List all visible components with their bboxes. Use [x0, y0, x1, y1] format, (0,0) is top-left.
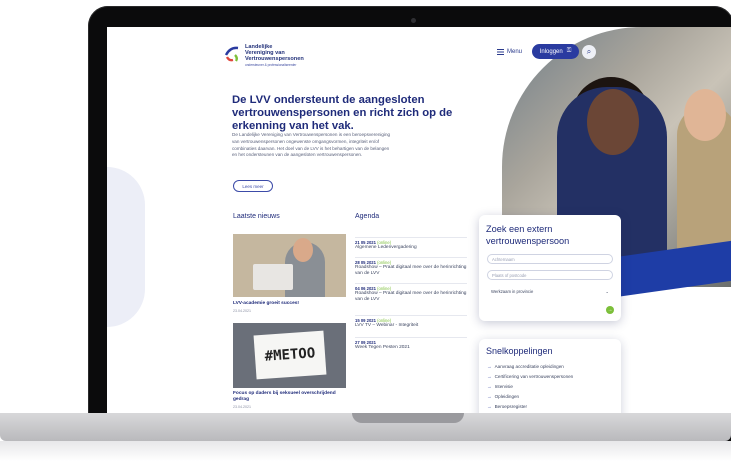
arrow-right-icon: →: [487, 404, 492, 409]
agenda-item[interactable]: 28 05 2021 (online) Roadshow – Praat dig…: [355, 257, 467, 277]
news-image-1[interactable]: [233, 234, 346, 297]
agenda-date: 04 06 2021 (online): [355, 286, 392, 291]
search-card: Zoek een extern vertrouwenspersoon Achte…: [479, 215, 621, 321]
agenda-text: LVV TV – Webinar - Integriteit: [355, 323, 419, 328]
search-submit-button[interactable]: →: [606, 306, 614, 314]
quick-link[interactable]: → Opleidingen: [487, 394, 519, 399]
arrow-right-icon: →: [487, 374, 492, 379]
news-date-2: 23.04.2021: [233, 405, 251, 409]
hero-image-woman-head: [587, 89, 639, 155]
agenda-date: 21 05 2021 (online): [355, 240, 392, 245]
name-field[interactable]: Achternaam: [487, 254, 613, 264]
place-field[interactable]: Plaats of postcode: [487, 270, 613, 280]
laptop-icon: [253, 264, 293, 290]
laptop-base-shadow: [0, 441, 731, 461]
agenda-text: Roadshow – Praat digitaal mee over de he…: [355, 291, 467, 302]
agenda-heading: Agenda: [355, 213, 380, 220]
key-icon: ⚿: [566, 48, 572, 54]
arrow-right-icon: →: [487, 394, 492, 399]
quick-link[interactable]: → Aanvraag accreditatie opleidingen: [487, 364, 564, 369]
background-curve: [107, 167, 145, 327]
hero-text: De Landelijke Vereniging van Vertrouwens…: [232, 132, 391, 158]
camera-icon: [411, 18, 416, 23]
arrow-right-icon: →: [607, 307, 613, 313]
login-label: Inloggen: [539, 48, 563, 55]
agenda-date: 28 05 2021 (online): [355, 260, 392, 265]
logo-line-3: Vertrouwenspersonen: [245, 56, 304, 62]
menu-label: Menu: [507, 49, 523, 55]
news-date-1: 23.04.2021: [233, 309, 251, 313]
quick-link[interactable]: → Certificering van vertrouwenspersonen: [487, 374, 573, 379]
menu-button[interactable]: Menu: [497, 49, 522, 55]
browser-viewport: Landelijke Vereniging van Vertrouwensper…: [107, 27, 731, 414]
laptop-base-notch: [352, 413, 464, 423]
read-more-button[interactable]: Lees meer: [233, 180, 273, 192]
agenda-item[interactable]: 04 06 2021 (online) Roadshow – Praat dig…: [355, 283, 467, 303]
news-title-2[interactable]: Focus op daders bij seksueel overschrijd…: [233, 391, 346, 403]
news-image-person-head: [293, 238, 313, 262]
hamburger-icon: [497, 49, 504, 55]
login-button[interactable]: Inloggen ⚿: [532, 44, 579, 59]
laptop-base: [0, 413, 731, 463]
hero-image-man-head: [684, 89, 726, 141]
agenda-date: 15 09 2021 (online): [355, 318, 392, 323]
logo-tagline: ondersteuner & professionaliseerder: [245, 63, 297, 67]
metoo-sign: #METOO: [253, 330, 327, 380]
arrow-right-icon: →: [487, 384, 492, 389]
logo-mark-icon: [224, 46, 239, 62]
news-title-1[interactable]: LVV-academie groeit succes!: [233, 301, 346, 307]
search-button[interactable]: ⌕: [582, 45, 596, 59]
search-icon: ⌕: [586, 47, 592, 56]
news-image-2[interactable]: #METOO: [233, 323, 346, 388]
hero-title: De LVV ondersteunt de aangesloten vertro…: [232, 94, 453, 132]
agenda-text: Roadshow – Praat digitaal mee over de he…: [355, 265, 467, 276]
quick-link[interactable]: → Beroepsregister: [487, 404, 527, 409]
news-heading: Laatste nieuws: [233, 213, 280, 220]
quick-links-title: Snelkoppelingen: [486, 346, 553, 356]
agenda-text: Week Tegen Pesten 2021: [355, 345, 410, 350]
agenda-item[interactable]: 15 09 2021 (online) LVV TV – Webinar - I…: [355, 315, 467, 329]
agenda-item[interactable]: 27 09 2021 Week Tegen Pesten 2021: [355, 337, 467, 351]
province-select-label: Werkzaam in provincie: [491, 288, 534, 294]
agenda-date: 27 09 2021: [355, 340, 376, 345]
search-card-title: Zoek een extern vertrouwenspersoon: [486, 224, 570, 246]
agenda-item[interactable]: 21 05 2021 (online) Algemene Ledenvergad…: [355, 237, 467, 251]
arrow-right-icon: →: [487, 364, 492, 369]
agenda-text: Algemene Ledenvergadering: [355, 245, 417, 250]
site-logo[interactable]: Landelijke Vereniging van Vertrouwensper…: [224, 41, 314, 69]
chevron-down-icon: ⌄: [605, 288, 609, 294]
quick-links-card: Snelkoppelingen → Aanvraag accreditatie o…: [479, 339, 621, 414]
quick-link[interactable]: → Intervisie: [487, 384, 513, 389]
province-select[interactable]: Werkzaam in provincie ⌄: [487, 286, 613, 296]
